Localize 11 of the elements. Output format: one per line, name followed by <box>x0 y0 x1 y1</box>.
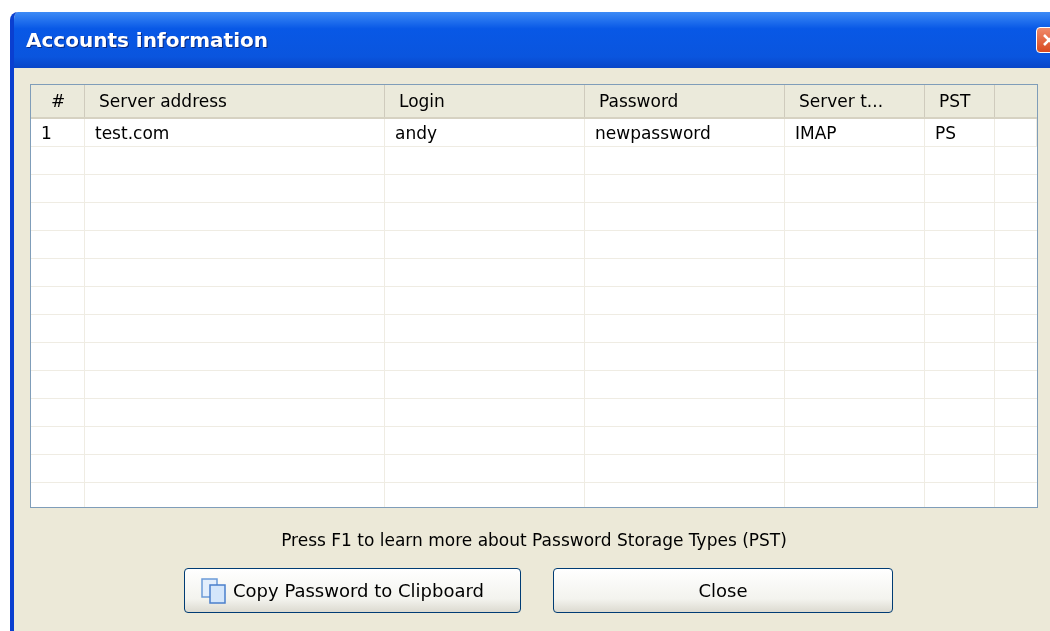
column-header[interactable]: PST <box>925 85 995 117</box>
close-button[interactable]: Close <box>553 568 893 613</box>
column-header[interactable]: Login <box>385 85 585 117</box>
column-header[interactable]: Password <box>585 85 785 117</box>
column-header[interactable]: Server address <box>85 85 385 117</box>
window-title: Accounts information <box>25 28 268 52</box>
column-header[interactable]: Server t... <box>785 85 925 117</box>
column-header[interactable]: # <box>31 85 85 117</box>
hint-text: Press F1 to learn more about Password Storage Types (PST) <box>280 530 788 550</box>
copy-password-button[interactable]: Copy Password to Clipboard <box>184 568 521 613</box>
copy-icon <box>199 575 229 606</box>
